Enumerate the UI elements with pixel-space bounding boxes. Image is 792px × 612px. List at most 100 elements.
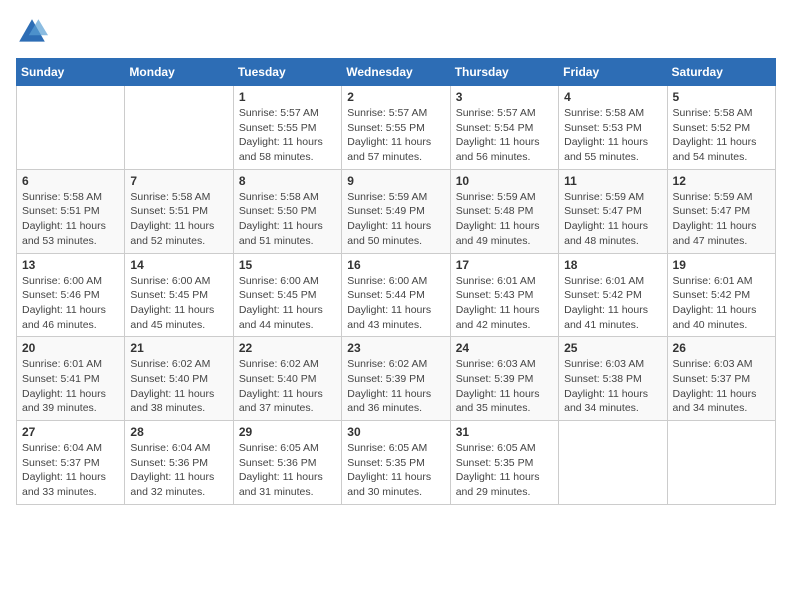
calendar-cell: 15 Sunrise: 6:00 AM Sunset: 5:45 PM Dayli…: [233, 253, 341, 337]
day-number: 30: [347, 425, 444, 439]
calendar-cell: [17, 86, 125, 170]
day-number: 9: [347, 174, 444, 188]
calendar-cell: 8 Sunrise: 5:58 AM Sunset: 5:50 PM Daylig…: [233, 169, 341, 253]
day-number: 13: [22, 258, 119, 272]
calendar-cell: 2 Sunrise: 5:57 AM Sunset: 5:55 PM Daylig…: [342, 86, 450, 170]
page-header: [16, 16, 776, 48]
day-info: Sunrise: 6:00 AM Sunset: 5:45 PM Dayligh…: [239, 274, 336, 333]
day-info: Sunrise: 5:59 AM Sunset: 5:47 PM Dayligh…: [673, 190, 770, 249]
calendar-cell: 11 Sunrise: 5:59 AM Sunset: 5:47 PM Dayli…: [559, 169, 667, 253]
day-number: 28: [130, 425, 227, 439]
calendar-cell: 4 Sunrise: 5:58 AM Sunset: 5:53 PM Daylig…: [559, 86, 667, 170]
calendar-cell: 3Sunrise: 5:57 AM Sunset: 5:54 PM Daylig…: [450, 86, 558, 170]
day-info: Sunrise: 6:02 AM Sunset: 5:40 PM Dayligh…: [130, 357, 227, 416]
day-number: 11: [564, 174, 661, 188]
day-info: Sunrise: 5:59 AM Sunset: 5:48 PM Dayligh…: [456, 190, 553, 249]
calendar-week-3: 13 Sunrise: 6:00 AM Sunset: 5:46 PM Dayli…: [17, 253, 776, 337]
calendar-cell: 25 Sunrise: 6:03 AM Sunset: 5:38 PM Dayli…: [559, 337, 667, 421]
day-info: Sunrise: 6:01 AM Sunset: 5:41 PM Dayligh…: [22, 357, 119, 416]
calendar-cell: 13 Sunrise: 6:00 AM Sunset: 5:46 PM Dayli…: [17, 253, 125, 337]
day-info: Sunrise: 6:00 AM Sunset: 5:45 PM Dayligh…: [130, 274, 227, 333]
day-info: Sunrise: 5:59 AM Sunset: 5:49 PM Dayligh…: [347, 190, 444, 249]
day-number: 25: [564, 341, 661, 355]
weekday-header-monday: Monday: [125, 59, 233, 86]
day-number: 20: [22, 341, 119, 355]
day-number: 10: [456, 174, 553, 188]
weekday-header-tuesday: Tuesday: [233, 59, 341, 86]
calendar-cell: 20 Sunrise: 6:01 AM Sunset: 5:41 PM Dayli…: [17, 337, 125, 421]
calendar-cell: [559, 421, 667, 505]
day-info: Sunrise: 5:57 AM Sunset: 5:55 PM Dayligh…: [239, 106, 336, 165]
day-info: Sunrise: 6:02 AM Sunset: 5:40 PM Dayligh…: [239, 357, 336, 416]
day-number: 21: [130, 341, 227, 355]
calendar-week-4: 20 Sunrise: 6:01 AM Sunset: 5:41 PM Dayli…: [17, 337, 776, 421]
day-number: 8: [239, 174, 336, 188]
day-number: 23: [347, 341, 444, 355]
day-info: Sunrise: 5:58 AM Sunset: 5:50 PM Dayligh…: [239, 190, 336, 249]
day-info: Sunrise: 6:00 AM Sunset: 5:46 PM Dayligh…: [22, 274, 119, 333]
day-number: 15: [239, 258, 336, 272]
day-number: 31: [456, 425, 553, 439]
day-number: 3: [456, 90, 553, 104]
day-info: Sunrise: 6:01 AM Sunset: 5:43 PM Dayligh…: [456, 274, 553, 333]
calendar-cell: 17 Sunrise: 6:01 AM Sunset: 5:43 PM Dayli…: [450, 253, 558, 337]
weekday-header-friday: Friday: [559, 59, 667, 86]
day-number: 1: [239, 90, 336, 104]
logo-icon: [16, 16, 48, 48]
calendar-cell: [125, 86, 233, 170]
calendar-cell: 7 Sunrise: 5:58 AM Sunset: 5:51 PM Daylig…: [125, 169, 233, 253]
day-info: Sunrise: 6:05 AM Sunset: 5:35 PM Dayligh…: [456, 441, 553, 500]
calendar-cell: [667, 421, 775, 505]
calendar-cell: 28 Sunrise: 6:04 AM Sunset: 5:36 PM Dayli…: [125, 421, 233, 505]
day-number: 4: [564, 90, 661, 104]
calendar-cell: 24Sunrise: 6:03 AM Sunset: 5:39 PM Dayli…: [450, 337, 558, 421]
calendar-cell: 10 Sunrise: 5:59 AM Sunset: 5:48 PM Dayli…: [450, 169, 558, 253]
day-info: Sunrise: 5:57 AM Sunset: 5:55 PM Dayligh…: [347, 106, 444, 165]
calendar-cell: 21 Sunrise: 6:02 AM Sunset: 5:40 PM Dayli…: [125, 337, 233, 421]
day-info: Sunrise: 6:04 AM Sunset: 5:36 PM Dayligh…: [130, 441, 227, 500]
calendar-cell: 19 Sunrise: 6:01 AM Sunset: 5:42 PM Dayli…: [667, 253, 775, 337]
day-info: Sunrise: 6:01 AM Sunset: 5:42 PM Dayligh…: [673, 274, 770, 333]
calendar-cell: 5 Sunrise: 5:58 AM Sunset: 5:52 PM Daylig…: [667, 86, 775, 170]
day-info: Sunrise: 5:58 AM Sunset: 5:53 PM Dayligh…: [564, 106, 661, 165]
day-info: Sunrise: 6:02 AM Sunset: 5:39 PM Dayligh…: [347, 357, 444, 416]
day-number: 14: [130, 258, 227, 272]
weekday-header-thursday: Thursday: [450, 59, 558, 86]
day-number: 2: [347, 90, 444, 104]
day-number: 18: [564, 258, 661, 272]
calendar-cell: 30 Sunrise: 6:05 AM Sunset: 5:35 PM Dayli…: [342, 421, 450, 505]
calendar-cell: 16Sunrise: 6:00 AM Sunset: 5:44 PM Dayli…: [342, 253, 450, 337]
day-info: Sunrise: 6:03 AM Sunset: 5:37 PM Dayligh…: [673, 357, 770, 416]
calendar-cell: 29Sunrise: 6:05 AM Sunset: 5:36 PM Dayli…: [233, 421, 341, 505]
calendar-cell: 9 Sunrise: 5:59 AM Sunset: 5:49 PM Daylig…: [342, 169, 450, 253]
calendar-cell: 26 Sunrise: 6:03 AM Sunset: 5:37 PM Dayli…: [667, 337, 775, 421]
calendar-table: SundayMondayTuesdayWednesdayThursdayFrid…: [16, 58, 776, 505]
weekday-header-row: SundayMondayTuesdayWednesdayThursdayFrid…: [17, 59, 776, 86]
day-number: 29: [239, 425, 336, 439]
day-number: 24: [456, 341, 553, 355]
weekday-header-saturday: Saturday: [667, 59, 775, 86]
calendar-cell: 31 Sunrise: 6:05 AM Sunset: 5:35 PM Dayli…: [450, 421, 558, 505]
day-number: 5: [673, 90, 770, 104]
day-number: 7: [130, 174, 227, 188]
day-info: Sunrise: 6:04 AM Sunset: 5:37 PM Dayligh…: [22, 441, 119, 500]
day-number: 27: [22, 425, 119, 439]
calendar-cell: 18Sunrise: 6:01 AM Sunset: 5:42 PM Dayli…: [559, 253, 667, 337]
calendar-week-2: 6Sunrise: 5:58 AM Sunset: 5:51 PM Daylig…: [17, 169, 776, 253]
day-number: 22: [239, 341, 336, 355]
day-number: 12: [673, 174, 770, 188]
day-info: Sunrise: 5:59 AM Sunset: 5:47 PM Dayligh…: [564, 190, 661, 249]
day-info: Sunrise: 5:58 AM Sunset: 5:52 PM Dayligh…: [673, 106, 770, 165]
day-info: Sunrise: 6:03 AM Sunset: 5:38 PM Dayligh…: [564, 357, 661, 416]
calendar-week-1: 1 Sunrise: 5:57 AM Sunset: 5:55 PM Daylig…: [17, 86, 776, 170]
calendar-week-5: 27 Sunrise: 6:04 AM Sunset: 5:37 PM Dayli…: [17, 421, 776, 505]
weekday-header-wednesday: Wednesday: [342, 59, 450, 86]
calendar-cell: 14 Sunrise: 6:00 AM Sunset: 5:45 PM Dayli…: [125, 253, 233, 337]
day-info: Sunrise: 6:05 AM Sunset: 5:35 PM Dayligh…: [347, 441, 444, 500]
day-info: Sunrise: 5:58 AM Sunset: 5:51 PM Dayligh…: [22, 190, 119, 249]
calendar-cell: 6Sunrise: 5:58 AM Sunset: 5:51 PM Daylig…: [17, 169, 125, 253]
day-number: 17: [456, 258, 553, 272]
day-info: Sunrise: 5:58 AM Sunset: 5:51 PM Dayligh…: [130, 190, 227, 249]
day-number: 19: [673, 258, 770, 272]
day-number: 26: [673, 341, 770, 355]
